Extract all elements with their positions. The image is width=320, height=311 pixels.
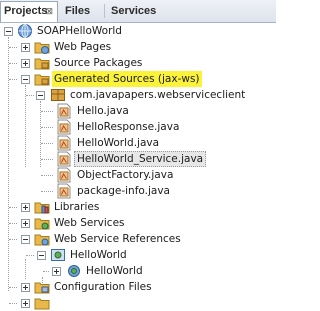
tree-node-label: Web Service References — [54, 233, 181, 245]
package-folder-icon — [34, 74, 50, 86]
tab-divider — [104, 4, 105, 18]
folder-icon — [34, 298, 50, 310]
package-folder-icon — [34, 58, 50, 70]
tree-node-service-reference[interactable]: HelloWorld — [0, 247, 276, 263]
tree-node-label: Hello.java — [77, 105, 129, 117]
project-tree: SOAPHelloWorld Web Pages Source Packages… — [0, 23, 276, 310]
tree-connector — [41, 127, 53, 128]
tree-node-partial[interactable] — [0, 295, 276, 311]
tree-connector — [9, 239, 17, 240]
tree-node-configuration-files[interactable]: Configuration Files — [0, 279, 276, 295]
java-file-icon — [57, 119, 71, 135]
libraries-folder-icon — [34, 202, 50, 214]
tree-node-label: HelloWorld — [86, 265, 143, 277]
tree-node-label: Web Pages — [54, 41, 112, 53]
java-file-icon — [57, 167, 71, 183]
tree-node-label: Web Services — [54, 217, 125, 229]
tree-node-package[interactable]: com.javapapers.webserviceclient — [0, 87, 276, 103]
tab-projects[interactable]: Projects ⊠ — [0, 1, 58, 22]
tab-files-label: Files — [65, 5, 91, 17]
tree-node-label: Generated Sources (jax-ws) — [52, 71, 202, 87]
expand-toggle[interactable] — [21, 43, 30, 52]
tree-node-label: Configuration Files — [54, 281, 152, 293]
tree-connector — [9, 207, 17, 208]
tree-node-libraries[interactable]: Libraries — [0, 199, 276, 215]
java-file-icon — [57, 135, 71, 151]
globe-icon — [18, 24, 32, 38]
service-port-icon — [68, 265, 80, 277]
tree-connector — [26, 95, 34, 96]
web-services-folder-icon — [34, 218, 50, 230]
tab-projects-label: Projects — [4, 5, 48, 17]
tab-services[interactable]: Services — [108, 2, 168, 21]
collapse-toggle[interactable] — [4, 27, 13, 36]
java-file-icon — [57, 103, 71, 119]
tree-node-source-packages[interactable]: Source Packages — [0, 55, 276, 71]
tree-connector — [9, 63, 17, 64]
tree-connector — [43, 271, 49, 272]
package-icon — [51, 89, 65, 101]
expand-toggle[interactable] — [21, 299, 30, 308]
tree-node-label: SOAPHelloWorld — [37, 25, 122, 37]
tree-connector — [9, 223, 17, 224]
tree-node-java-file[interactable]: package-info.java — [0, 183, 276, 199]
tree-connector — [9, 47, 17, 48]
tab-files[interactable]: Files — [62, 2, 102, 21]
java-file-icon — [57, 183, 71, 199]
tree-connector — [9, 287, 17, 288]
tree-node-label: Source Packages — [54, 57, 143, 69]
tree-connector — [41, 159, 53, 160]
tree-node-java-file[interactable]: Hello.java — [0, 103, 276, 119]
tab-services-label: Services — [111, 5, 157, 17]
expand-toggle[interactable] — [21, 219, 30, 228]
tree-connector — [26, 255, 34, 256]
tree-node-label: Libraries — [54, 201, 100, 213]
tree-node-java-file[interactable]: ObjectFactory.java — [0, 167, 276, 183]
expand-toggle[interactable] — [21, 203, 30, 212]
tree-node-label: com.javapapers.webserviceclient — [70, 89, 246, 101]
tree-connector — [41, 111, 53, 112]
expand-toggle[interactable] — [52, 267, 61, 276]
tree-node-web-pages[interactable]: Web Pages — [0, 39, 276, 55]
tree-node-label: HelloWorld — [70, 249, 127, 261]
tree-node-label: HelloWorld.java — [77, 137, 160, 149]
tree-node-java-file[interactable]: HelloWorld.java — [0, 135, 276, 151]
tree-connector — [41, 143, 53, 144]
tree-node-web-services[interactable]: Web Services — [0, 215, 276, 231]
tree-node-label: package-info.java — [77, 185, 170, 197]
tree-node-java-file[interactable]: HelloResponse.java — [0, 119, 276, 135]
collapse-toggle[interactable] — [21, 235, 30, 244]
tree-node-label: HelloWorld_Service.java — [74, 151, 207, 167]
expand-toggle[interactable] — [21, 283, 30, 292]
tree-connector — [9, 303, 17, 304]
collapse-toggle[interactable] — [37, 251, 46, 260]
tree-connector — [41, 191, 53, 192]
tree-connector — [9, 79, 17, 80]
tree-node-label: ObjectFactory.java — [77, 169, 174, 181]
configuration-folder-icon — [34, 282, 50, 294]
tree-node-java-file-selected[interactable]: HelloWorld_Service.java — [0, 151, 276, 167]
tree-node-generated-sources[interactable]: Generated Sources (jax-ws) — [0, 71, 276, 87]
tree-connector — [41, 175, 53, 176]
tree-node-service-port[interactable]: HelloWorld — [0, 263, 276, 279]
web-service-references-folder-icon — [34, 234, 50, 246]
collapse-toggle[interactable] — [21, 75, 30, 84]
expand-toggle[interactable] — [21, 59, 30, 68]
service-reference-icon — [51, 249, 65, 261]
tree-node-project[interactable]: SOAPHelloWorld — [0, 23, 276, 39]
tree-node-label: HelloResponse.java — [77, 121, 180, 133]
tree-node-web-service-references[interactable]: Web Service References — [0, 231, 276, 247]
java-file-icon — [57, 151, 71, 167]
collapse-toggle[interactable] — [36, 91, 45, 100]
web-pages-folder-icon — [34, 42, 50, 54]
tab-strip: Projects ⊠ Files Services — [0, 0, 276, 23]
close-icon[interactable]: ⊠ — [45, 2, 53, 21]
